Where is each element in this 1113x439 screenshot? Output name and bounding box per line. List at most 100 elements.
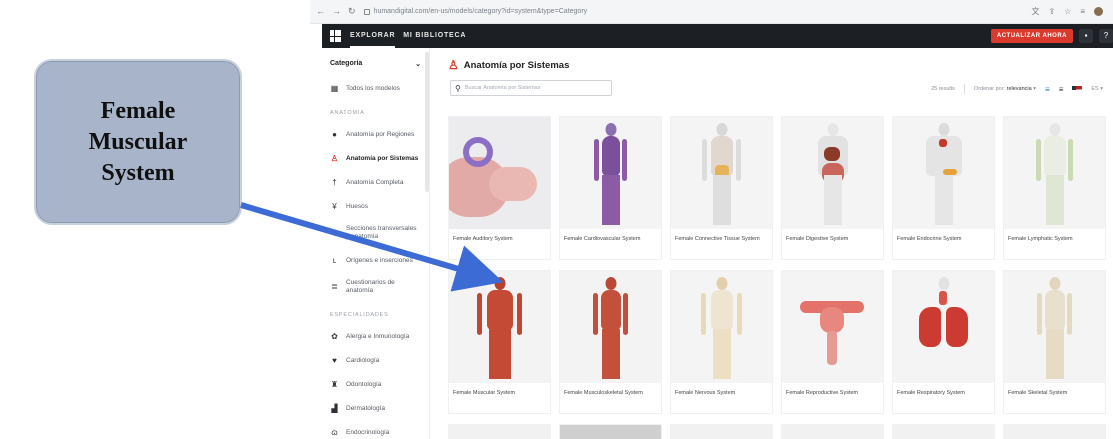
back-icon[interactable]: ← — [316, 6, 325, 17]
model-thumbnail — [560, 117, 661, 229]
sidebar-item-endocrinology[interactable]: ɷ Endocrinología — [322, 420, 429, 439]
model-caption: Female Musculoskeletal System — [564, 390, 643, 396]
model-card[interactable] — [892, 424, 995, 439]
model-card[interactable]: Female Respiratory System — [892, 270, 995, 414]
allergy-icon: ✿ — [331, 331, 338, 341]
model-thumbnail — [671, 425, 772, 439]
model-thumbnail — [782, 271, 883, 383]
forward-icon[interactable]: → — [332, 6, 341, 17]
main-content: ♙ Anatomía por Sistemas ⚲ Buscar Anatomí… — [440, 48, 1113, 439]
model-caption: Female Endocrine System — [897, 236, 962, 242]
category-dropdown[interactable]: Categoría ⌄ — [322, 48, 429, 76]
bone-icon: ¥ — [332, 201, 337, 211]
model-thumbnail — [671, 271, 772, 383]
page-title: ♙ Anatomía por Sistemas — [448, 58, 569, 72]
model-card[interactable]: Female Cardiovascular System — [559, 116, 662, 260]
sidebar-item-label: Anatomía por Sistemas — [346, 154, 419, 162]
tab-mi-biblioteca[interactable]: MI BIBLIOTECA — [403, 24, 466, 48]
torso-icon: ● — [332, 129, 337, 139]
sidebar-item-origins[interactable]: ʟ Orígenes e inserciones — [322, 248, 429, 272]
flag-icon — [1072, 85, 1083, 93]
sidebar-item-all-models[interactable]: ▦ Todos los modelos — [322, 76, 429, 100]
search-input[interactable]: ⚲ Buscar Anatomía por Sistemas — [450, 80, 612, 96]
translate-icon[interactable]: 文 — [1031, 6, 1039, 17]
share-icon[interactable]: ⇪ — [1048, 7, 1055, 16]
model-caption: Female Nervous System — [675, 390, 736, 396]
model-card[interactable]: Female Lymphatic System — [1003, 116, 1106, 260]
model-card[interactable] — [670, 424, 773, 439]
language-dropdown[interactable]: ES ▾ — [1091, 86, 1103, 92]
systems-icon: ♙ — [330, 153, 339, 163]
grid-view-icon[interactable]: ≡ — [1045, 85, 1050, 94]
model-thumbnail — [1004, 271, 1105, 383]
tooth-icon: ♜ — [330, 379, 339, 389]
language-value: ES — [1091, 86, 1099, 92]
model-card[interactable]: Female Reproductive System — [781, 270, 884, 414]
address-bar[interactable]: humandigital.com/en-us/models/category?i… — [363, 4, 1032, 20]
callout-text: Female Muscular System — [88, 97, 188, 186]
sidebar-item-sections[interactable]: ◆ Secciones transversales y anatomía — [322, 218, 429, 248]
results-toolbar: 25 results Ordenar por: relevancia ▾ ≡ ≡… — [931, 84, 1103, 94]
sidebar-item-quizzes[interactable]: ≣ Cuestionarios de anatomía — [322, 272, 429, 302]
reload-icon[interactable]: ↻ — [348, 6, 356, 17]
sidebar-item-cardiology[interactable]: ♥ Cardiología — [322, 348, 429, 372]
sidebar-item-dermatology[interactable]: ▟ Dermatología — [322, 396, 429, 420]
list-view-icon[interactable]: ≡ — [1059, 85, 1064, 94]
lock-icon — [363, 8, 370, 15]
model-caption: Female Skeletal System — [1008, 390, 1068, 396]
model-card[interactable]: Female Musculoskeletal System — [559, 270, 662, 414]
model-thumbnail — [671, 117, 772, 229]
section-anatomy: ANATOMÍA — [330, 110, 365, 116]
model-card[interactable] — [559, 424, 662, 439]
model-card[interactable]: Female Connective Tissue System — [670, 116, 773, 260]
chevron-down-icon: ⌄ — [415, 61, 421, 68]
model-thumbnail — [560, 271, 661, 383]
section-specialties: ESPECIALIDADES — [330, 312, 389, 318]
sidebar-item-label: Orígenes e inserciones — [346, 256, 413, 264]
category-sidebar: Categoría ⌄ ▦ Todos los modelos ANATOMÍA… — [322, 48, 430, 439]
sidebar-item-allergy[interactable]: ✿ Alergia e Inmunología — [322, 324, 429, 348]
sidebar-item-systems[interactable]: ♙ Anatomía por Sistemas — [322, 146, 429, 170]
skin-icon: ▟ — [331, 403, 338, 413]
sidebar-item-regions[interactable]: ● Anatomía por Regiones — [322, 122, 429, 146]
model-caption: Female Muscular System — [453, 390, 516, 396]
app-logo-icon[interactable] — [330, 30, 342, 42]
sidebar-item-bones[interactable]: ¥ Huesos — [322, 194, 429, 218]
model-caption: Female Auditory System — [453, 236, 513, 242]
sidebar-item-dentistry[interactable]: ♜ Odontología — [322, 372, 429, 396]
model-card[interactable]: Female Nervous System — [670, 270, 773, 414]
sidebar-scrollbar[interactable] — [425, 52, 429, 192]
leg-icon: ʟ — [332, 255, 337, 265]
model-thumbnail — [782, 117, 883, 229]
tab-explorar[interactable]: EXPLORAR — [350, 24, 396, 48]
thyroid-icon: ɷ — [331, 427, 338, 437]
upgrade-button[interactable]: ACTUALIZAR AHORA — [990, 29, 1073, 43]
sidebar-item-label: Dermatología — [346, 404, 386, 412]
model-thumbnail — [449, 117, 550, 229]
model-card[interactable]: Female Skeletal System — [1003, 270, 1106, 414]
sort-dropdown[interactable]: Ordenar por: relevancia ▾ — [974, 86, 1036, 92]
model-card[interactable]: Female Auditory System — [448, 116, 551, 260]
divider — [963, 84, 965, 94]
bookmark-icon[interactable]: ☆ — [1064, 7, 1071, 16]
model-caption: Female Respiratory System — [897, 390, 965, 396]
section-icon: ◆ — [331, 228, 338, 237]
extensions-icon[interactable]: ≡ — [1080, 7, 1085, 16]
browser-actions: 文 ⇪ ☆ ≡ — [1031, 6, 1113, 17]
result-count: 25 results — [931, 86, 955, 92]
help-icon[interactable]: ? — [1099, 29, 1113, 43]
chat-icon[interactable]: ▪ — [1079, 29, 1093, 43]
model-card[interactable]: Female Endocrine System — [892, 116, 995, 260]
category-label: Categoría — [330, 60, 363, 67]
model-card[interactable] — [448, 424, 551, 439]
model-card[interactable]: Female Muscular System — [448, 270, 551, 414]
model-card[interactable] — [1003, 424, 1106, 439]
sidebar-item-complete[interactable]: † Anatomía Completa — [322, 170, 429, 194]
model-thumbnail — [893, 117, 994, 229]
profile-avatar[interactable] — [1094, 7, 1103, 16]
sidebar-item-label: Cardiología — [346, 356, 380, 364]
sidebar-item-label: Secciones transversales y anatomía — [346, 225, 417, 240]
model-thumbnail — [893, 271, 994, 383]
model-card[interactable] — [781, 424, 884, 439]
model-card[interactable]: Female Digestive System — [781, 116, 884, 260]
